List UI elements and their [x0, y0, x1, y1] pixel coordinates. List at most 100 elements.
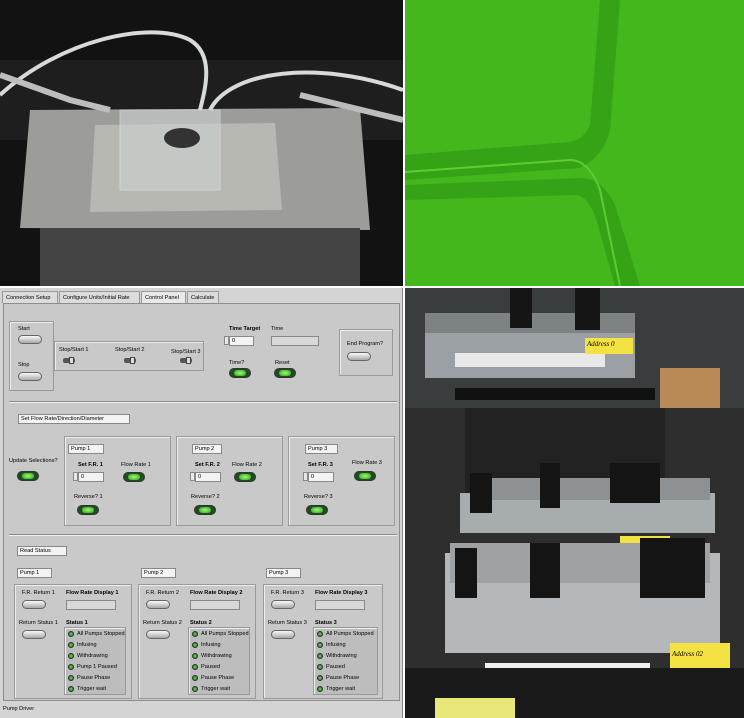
status-1-list	[64, 627, 126, 695]
time-led-button[interactable]	[229, 368, 251, 378]
return-status-2-label: Return Status 2	[143, 620, 182, 626]
control-panel: Start Stop Stop/Start 1 Stop/Start 2 Sto…	[3, 303, 400, 701]
status-2-led	[192, 664, 198, 670]
flow-rate-3-led[interactable]	[354, 471, 376, 481]
return-status-2-button[interactable]	[146, 630, 170, 639]
status-2-item: Trigger wait	[201, 686, 231, 692]
flow-rate-2-label: Flow Rate 2	[232, 462, 262, 468]
status-3-led	[317, 642, 323, 648]
divider	[9, 534, 397, 536]
reverse-1-led[interactable]	[77, 505, 99, 515]
reset-led-button[interactable]	[274, 368, 296, 378]
flow-rate-display-3-label: Flow Rate Display 3	[315, 590, 368, 596]
status-1-label: Status 1	[66, 620, 88, 626]
syringe-pumps-photo: Address 0 Address 02	[405, 288, 744, 718]
fr-return-1-button[interactable]	[22, 600, 46, 609]
return-status-3-label: Return Status 3	[268, 620, 307, 626]
time-target-input[interactable]: 0	[229, 336, 254, 346]
read-pump-2-name: Pump 2	[141, 568, 176, 578]
channel-micrograph	[405, 0, 744, 286]
update-led-button[interactable]	[17, 471, 39, 481]
tab-calculate[interactable]: Calculate	[187, 291, 219, 303]
flow-rate-2-led[interactable]	[234, 472, 256, 482]
status-1-led	[68, 631, 74, 637]
status-2-list	[188, 627, 250, 695]
status-3-item: Withdrawing	[326, 653, 357, 659]
flow-rate-display-2	[190, 600, 240, 610]
time-display	[271, 336, 319, 346]
stop-start-3-toggle[interactable]	[180, 357, 192, 364]
update-label: Update Selections?	[9, 458, 58, 464]
fr-return-2-button[interactable]	[146, 600, 170, 609]
time-label: Time	[271, 326, 284, 332]
status-2-led	[192, 631, 198, 637]
stop-start-group	[54, 341, 204, 371]
status-2-item: Withdrawing	[201, 653, 232, 659]
flow-rate-3-label: Flow Rate 3	[352, 460, 382, 466]
reverse-3-led[interactable]	[306, 505, 328, 515]
status-3-item: Paused	[326, 664, 345, 670]
set-fr-3-label: Set F.R. 3	[308, 462, 333, 468]
status-2-item: Paused	[201, 664, 220, 670]
status-3-item: All Pumps Stopped	[326, 631, 374, 637]
set-fr-3-input[interactable]: 0	[308, 472, 334, 482]
status-1-item: All Pumps Stopped	[77, 631, 125, 637]
flow-rate-display-2-label: Flow Rate Display 2	[190, 590, 243, 596]
pump-1-name: Pump 1	[68, 444, 104, 454]
status-3-label: Status 3	[315, 620, 337, 626]
status-1-led	[68, 653, 74, 659]
time-q-label: Time?	[229, 360, 245, 366]
end-program-label: End Program?	[347, 341, 384, 347]
status-3-led	[317, 664, 323, 670]
return-status-3-button[interactable]	[271, 630, 295, 639]
return-status-1-button[interactable]	[22, 630, 46, 639]
status-1-led	[68, 642, 74, 648]
start-button[interactable]	[18, 335, 42, 344]
status-1-led	[68, 675, 74, 681]
time-target-label: Time Target	[229, 326, 261, 332]
status-1-item: Pump 1 Paused	[77, 664, 117, 670]
status-2-item: All Pumps Stopped	[201, 631, 249, 637]
status-1-item: Trigger wait	[77, 686, 107, 692]
return-status-1-label: Return Status 1	[19, 620, 58, 626]
set-fr-1-label: Set F.R. 1	[78, 462, 103, 468]
status-1-item: Withdrawing	[77, 653, 108, 659]
end-program-button[interactable]	[347, 352, 371, 361]
flow-rate-display-1	[66, 600, 116, 610]
reverse-2-led[interactable]	[194, 505, 216, 515]
flow-rate-1-led[interactable]	[123, 472, 145, 482]
status-1-item: Pause Phase	[77, 675, 111, 681]
stop-start-2-toggle[interactable]	[124, 357, 136, 364]
reset-label: Reset	[275, 360, 290, 366]
status-1-led	[68, 686, 74, 692]
start-label: Start	[18, 326, 30, 332]
status-2-item: Infusing	[201, 642, 221, 648]
status-3-led	[317, 686, 323, 692]
read-section-title: Read Status	[17, 546, 67, 556]
set-fr-2-input[interactable]: 0	[195, 472, 221, 482]
set-fr-1-input[interactable]: 0	[78, 472, 104, 482]
status-3-item: Infusing	[326, 642, 346, 648]
flow-rate-display-1-label: Flow Rate Display 1	[66, 590, 119, 596]
status-1-led	[68, 664, 74, 670]
fr-return-3-button[interactable]	[271, 600, 295, 609]
tab-configure-units[interactable]: Configure Units/Initial Rate	[59, 291, 140, 303]
status-3-led	[317, 631, 323, 637]
read-pump-1-name: Pump 1	[17, 568, 52, 578]
address-label-bottom: Address 02	[672, 650, 704, 658]
flow-section-title: Set Flow Rate/Direction/Diameter	[18, 414, 130, 424]
status-3-item: Pause Phase	[326, 675, 360, 681]
flow-rate-1-label: Flow Rate 1	[121, 462, 151, 468]
stop-start-1-toggle[interactable]	[63, 357, 75, 364]
fr-return-3-label: F.R. Return 3	[271, 590, 304, 596]
tab-connection-setup[interactable]: Connection Setup	[2, 291, 58, 303]
stop-button[interactable]	[18, 372, 42, 381]
pump-3-name: Pump 3	[305, 444, 338, 454]
stop-start-2-label: Stop/Start 2	[115, 347, 145, 353]
stop-start-1-label: Stop/Start 1	[59, 347, 89, 353]
status-3-list	[313, 627, 378, 695]
status-3-led	[317, 653, 323, 659]
stop-start-3-label: Stop/Start 3	[171, 349, 201, 355]
divider	[9, 401, 397, 403]
status-2-item: Pause Phase	[201, 675, 235, 681]
